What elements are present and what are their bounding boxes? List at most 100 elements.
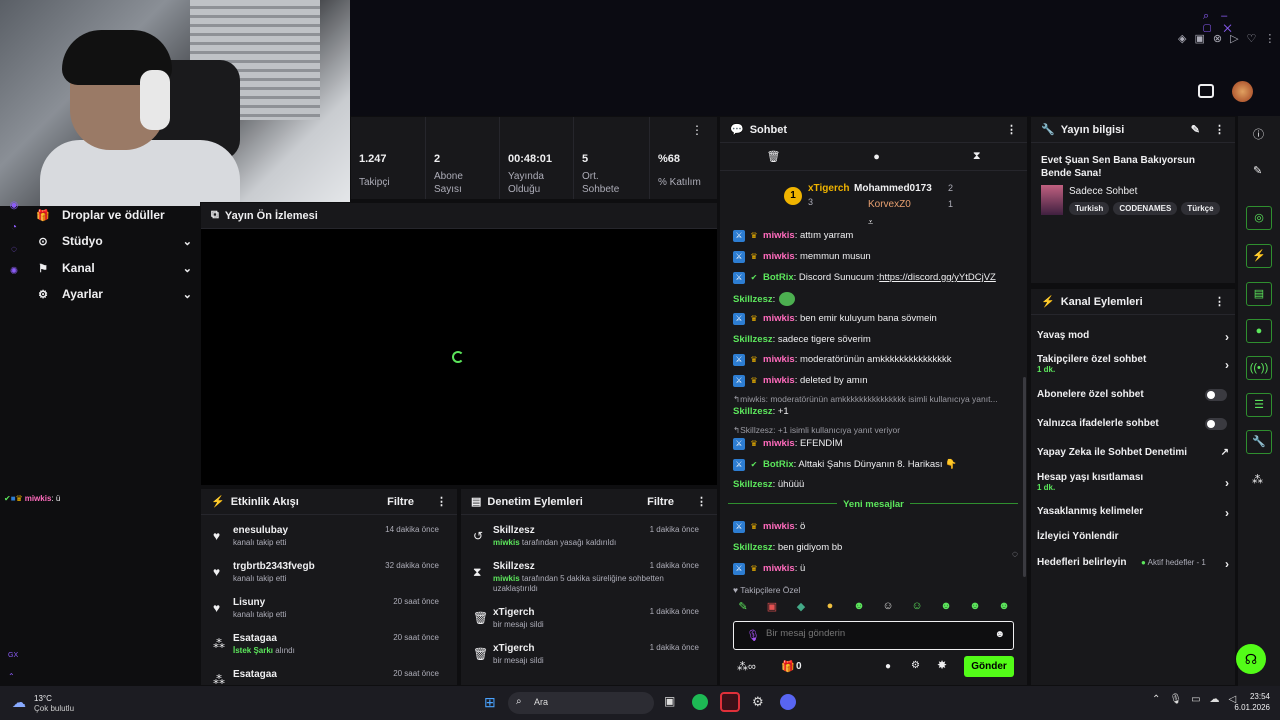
goals-row[interactable]: Hedefleri belirleyin ● Aktif hedefler - 1… <box>1037 557 1229 571</box>
chat-user[interactable]: Skillzesz <box>733 478 773 491</box>
slow-mode-row[interactable]: Yavaş mod › <box>1037 330 1229 344</box>
drops-icon[interactable]: ◉ <box>4 200 24 222</box>
points-icon[interactable]: ⁂∞ <box>737 660 756 673</box>
edit-icon[interactable]: ✎ <box>1191 123 1200 136</box>
badge-icon[interactable]: ✸ <box>937 658 947 672</box>
more-icon[interactable]: ⋮ <box>436 495 447 508</box>
more-icon[interactable]: ⋮ <box>696 495 707 508</box>
preview-toggle-icon[interactable]: ◎ <box>1246 206 1272 230</box>
opera-gx-icon[interactable] <box>720 692 740 712</box>
activity-sub-hl: İstek Şarkı <box>233 646 274 655</box>
chat-bubble-icon[interactable]: ● <box>885 661 891 672</box>
chat-user[interactable]: miwkis <box>763 437 795 450</box>
followers-only-row[interactable]: Takipçilere özel sohbet 1 dk. › <box>1037 354 1229 374</box>
emote-icon[interactable]: ☻ <box>938 600 954 614</box>
chat-icon[interactable]: ● <box>1246 319 1272 343</box>
more-icon[interactable]: ⋮ <box>1214 123 1225 136</box>
emote-icon[interactable]: ☻ <box>996 600 1012 614</box>
chat-user[interactable]: Skillzesz <box>733 541 773 554</box>
nav-channel[interactable]: ⚑ Kanal ⌄ <box>36 255 192 281</box>
account-age-row[interactable]: Hesap yaşı kısıtlaması 1 dk. › <box>1037 472 1229 492</box>
chat-user[interactable]: miwkis <box>763 374 795 387</box>
chat-user[interactable]: BotRix <box>763 271 794 284</box>
chat-link[interactable]: https://discord.gg/yYtDCjVZ <box>879 271 996 284</box>
windows-start-icon[interactable]: ⊞ <box>484 694 496 711</box>
tag[interactable]: Turkish <box>1069 202 1110 215</box>
chat-user[interactable]: miwkis <box>763 312 795 325</box>
browser-toolbar-icons[interactable]: ◈▣⊗▷♡⋮ <box>1178 32 1280 45</box>
nav-drops[interactable]: 🎁 Droplar ve ödüller <box>36 202 192 228</box>
discord-icon[interactable] <box>780 694 796 710</box>
trash-icon[interactable]: 🗑 <box>766 150 780 163</box>
chat-user[interactable]: miwkis <box>763 353 795 366</box>
emote-icon[interactable]: ☻ <box>967 600 983 614</box>
support-button[interactable]: ☊ <box>1236 644 1266 674</box>
activity-name: Esatagaa <box>233 633 277 644</box>
weather-icon[interactable]: ☁ <box>12 694 26 711</box>
bolt-icon[interactable]: ⚡ <box>1246 244 1272 268</box>
chat-user[interactable]: miwkis <box>763 520 795 533</box>
emote-icon[interactable]: ● <box>822 600 838 614</box>
filter-button[interactable]: Filtre <box>647 496 674 508</box>
chevron-up-icon[interactable]: ⌃ <box>8 672 15 681</box>
points-icon[interactable]: ⁂ <box>1252 473 1263 486</box>
steam-icon[interactable]: ⚙ <box>752 694 764 710</box>
history-icon[interactable]: ◔ <box>4 222 24 244</box>
nav-studio[interactable]: ⊙ Stüdyo ⌄ <box>36 228 192 254</box>
emote-icon[interactable]: ✎ <box>735 600 751 614</box>
activity-header: ⚡ Etkinlik Akışı Filtre ⋮ <box>201 489 457 515</box>
settings-icon[interactable]: ✺ <box>4 266 24 288</box>
gear-icon[interactable]: ⚙ <box>911 660 920 671</box>
chat-bubble-icon[interactable]: ◌ <box>4 244 24 266</box>
emote-icon[interactable]: ◆ <box>793 600 809 614</box>
chat-input[interactable] <box>766 628 986 639</box>
taskbar-search[interactable]: ⌕ Ara <box>508 692 654 714</box>
creator-dashboard-icon[interactable] <box>1198 84 1214 98</box>
collapse-icon[interactable]: ⩡ <box>868 217 873 228</box>
emote-icon[interactable]: ▣ <box>764 600 780 614</box>
stream-category[interactable]: Sadece Sohbet <box>1069 186 1137 197</box>
chat-user[interactable]: miwkis <box>763 562 795 575</box>
nav-settings[interactable]: ⚙ Ayarlar ⌄ <box>36 281 192 307</box>
avatar[interactable] <box>1232 81 1253 102</box>
chat-user[interactable]: miwkis <box>763 229 795 242</box>
wrench-icon[interactable]: 🔧 <box>1246 430 1272 454</box>
emote-icon[interactable]: ☺ <box>909 600 925 614</box>
tag[interactable]: CODENAMES <box>1113 202 1178 215</box>
chat-user[interactable]: Skillzesz <box>733 405 773 418</box>
host-row[interactable]: İzleyici Yönlendir <box>1037 531 1229 542</box>
moderation-title: Denetim Eylemleri <box>487 495 583 508</box>
hourglass-icon[interactable]: ⧗ <box>973 150 981 163</box>
layout-icon[interactable]: ☰ <box>1246 393 1272 417</box>
more-icon[interactable]: ⋮ <box>1214 295 1225 308</box>
chat-user[interactable]: miwkis <box>763 250 795 263</box>
chat-bubble-icon[interactable]: ● <box>873 151 880 163</box>
banned-words-row[interactable]: Yasaklanmış kelimeler › <box>1037 506 1229 520</box>
subscriber-only-toggle[interactable] <box>1205 389 1227 401</box>
ai-moderation-row[interactable]: Yapay Zeka ile Sohbet Denetimi ↗ <box>1037 447 1229 458</box>
loading-spinner-icon <box>452 351 464 363</box>
filter-button[interactable]: Filtre <box>387 496 414 508</box>
gift-icon[interactable]: 🎁 <box>781 660 795 673</box>
channel-actions-header: ⚡ Kanal Eylemleri ⋮ <box>1031 289 1235 315</box>
clipboard-icon[interactable]: ▤ <box>1246 282 1272 306</box>
more-icon[interactable]: ⋮ <box>1006 123 1017 136</box>
emoji-icon[interactable]: ☻ <box>994 629 1005 640</box>
emote-icon[interactable]: ☻ <box>851 600 867 614</box>
broadcast-icon[interactable]: ((•)) <box>1246 356 1272 380</box>
task-view-icon[interactable]: ▣ <box>664 694 675 708</box>
chat-scrollbar[interactable] <box>1023 377 1026 577</box>
preview-video[interactable] <box>201 229 717 485</box>
emote-only-toggle[interactable] <box>1205 418 1227 430</box>
chat-user[interactable]: Skillzesz <box>733 293 773 306</box>
spotify-icon[interactable] <box>692 694 708 710</box>
chat-user[interactable]: BotRix <box>763 458 794 471</box>
chat-input-box[interactable]: 🎙 ☻ <box>733 621 1014 650</box>
send-button[interactable]: Gönder <box>964 656 1014 677</box>
tag[interactable]: Türkçe <box>1181 202 1220 215</box>
info-icon[interactable]: ⓘ <box>1253 126 1264 142</box>
edit-icon[interactable]: ✎ <box>1253 164 1262 177</box>
emote-icon[interactable]: ☺ <box>880 600 896 614</box>
chat-user[interactable]: Skillzesz <box>733 333 773 346</box>
microphone-icon[interactable]: 🎙 <box>746 629 760 642</box>
